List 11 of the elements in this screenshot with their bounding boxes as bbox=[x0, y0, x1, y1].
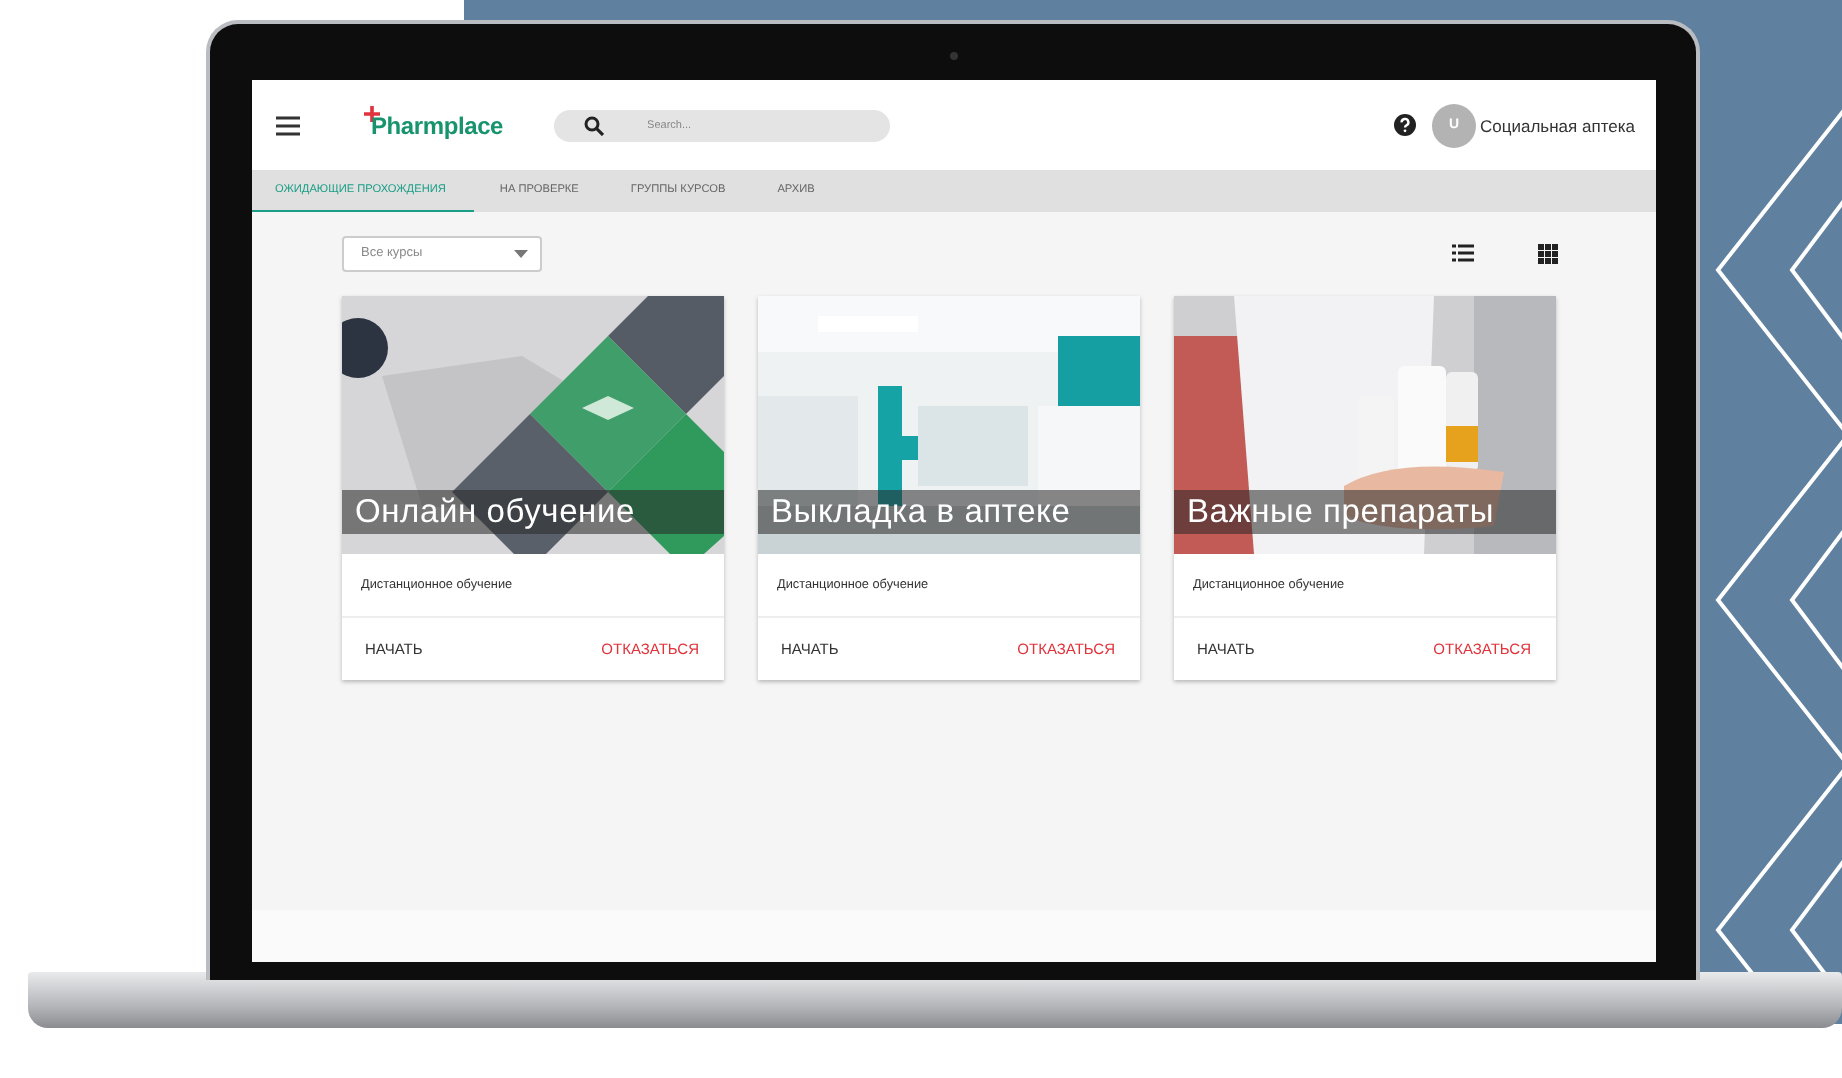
list-view-icon[interactable] bbox=[1451, 244, 1473, 262]
camera-icon bbox=[949, 52, 957, 60]
grid-view-icon[interactable] bbox=[1537, 243, 1557, 263]
card-title: Выкладка в аптеке bbox=[771, 493, 1071, 531]
help-icon[interactable] bbox=[1394, 114, 1417, 136]
card-title: Онлайн обучение bbox=[355, 493, 635, 531]
user-name[interactable]: Социальная аптека bbox=[1480, 115, 1635, 135]
menu-icon[interactable] bbox=[275, 115, 299, 135]
card-title: Важные препараты bbox=[1187, 493, 1495, 531]
caret-icon bbox=[513, 249, 527, 257]
logo[interactable]: Pharmplace bbox=[371, 111, 504, 139]
